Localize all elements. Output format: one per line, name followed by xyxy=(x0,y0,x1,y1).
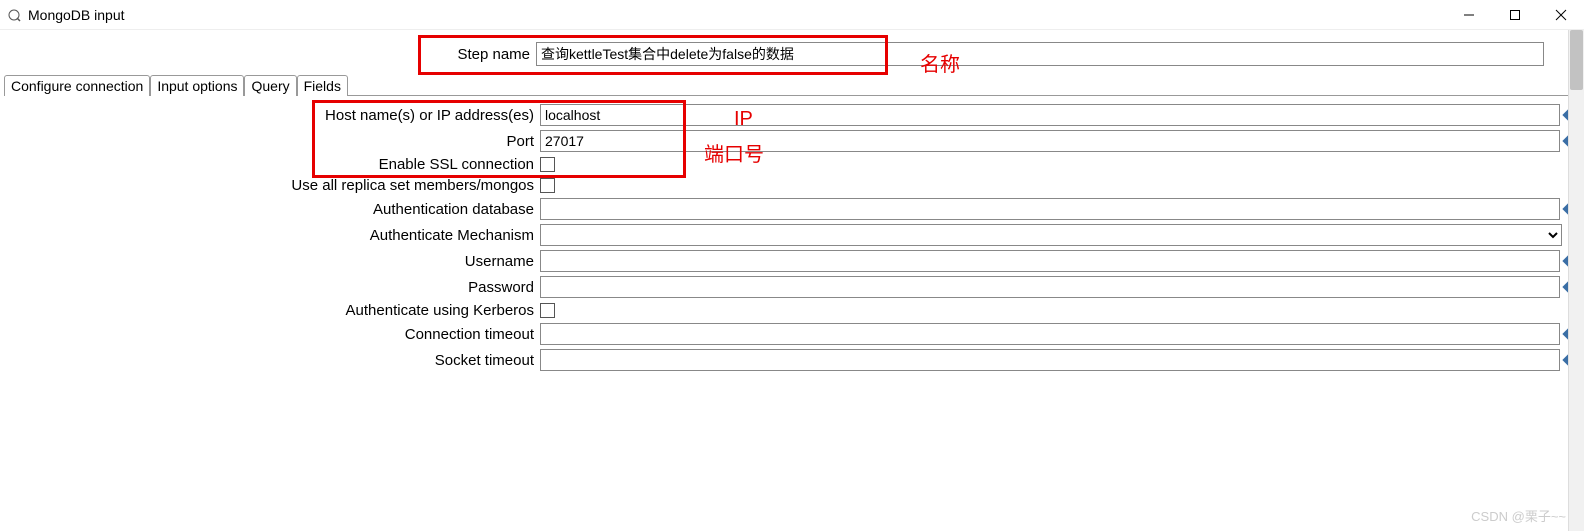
maximize-button[interactable] xyxy=(1492,0,1538,30)
ssl-row: Enable SSL connection xyxy=(4,156,1580,173)
conntimeout-label: Connection timeout xyxy=(4,326,540,343)
minimize-button[interactable] xyxy=(1446,0,1492,30)
password-row: Password xyxy=(4,276,1580,298)
replica-row: Use all replica set members/mongos xyxy=(4,177,1580,194)
step-name-input[interactable] xyxy=(536,42,1544,66)
tab-fields[interactable]: Fields xyxy=(297,75,348,96)
conntimeout-input[interactable] xyxy=(540,323,1560,345)
window-controls xyxy=(1446,0,1584,30)
tabs: Configure connection Input options Query… xyxy=(0,74,1584,95)
tab-input-options[interactable]: Input options xyxy=(150,75,244,96)
watermark: CSDN @栗子~~ xyxy=(1471,506,1566,525)
host-row: Host name(s) or IP address(es) xyxy=(4,104,1580,126)
authdb-label: Authentication database xyxy=(4,201,540,218)
ssl-checkbox[interactable] xyxy=(540,157,555,172)
window-title: MongoDB input xyxy=(28,7,1446,23)
port-input[interactable] xyxy=(540,130,1560,152)
host-input[interactable] xyxy=(540,104,1560,126)
socktimeout-input[interactable] xyxy=(540,349,1560,371)
authmech-label: Authenticate Mechanism xyxy=(4,227,540,244)
authdb-row: Authentication database xyxy=(4,198,1580,220)
password-label: Password xyxy=(4,279,540,296)
step-name-row: Step name xyxy=(0,42,1584,66)
username-input[interactable] xyxy=(540,250,1560,272)
kerberos-checkbox[interactable] xyxy=(540,303,555,318)
port-row: Port xyxy=(4,130,1580,152)
scrollbar-thumb[interactable] xyxy=(1570,30,1583,90)
tab-panel-configure: Host name(s) or IP address(es) Port Enab… xyxy=(4,95,1580,371)
app-icon xyxy=(6,7,22,23)
authdb-input[interactable] xyxy=(540,198,1560,220)
ssl-label: Enable SSL connection xyxy=(4,156,540,173)
authmech-select[interactable] xyxy=(540,224,1562,246)
socktimeout-label: Socket timeout xyxy=(4,352,540,369)
replica-checkbox[interactable] xyxy=(540,178,555,193)
replica-label: Use all replica set members/mongos xyxy=(4,177,540,194)
username-row: Username xyxy=(4,250,1580,272)
username-label: Username xyxy=(4,253,540,270)
step-name-label: Step name xyxy=(0,46,536,63)
host-label: Host name(s) or IP address(es) xyxy=(4,107,540,124)
close-button[interactable] xyxy=(1538,0,1584,30)
tab-query[interactable]: Query xyxy=(244,75,296,96)
titlebar: MongoDB input xyxy=(0,0,1584,30)
kerberos-label: Authenticate using Kerberos xyxy=(4,302,540,319)
vertical-scrollbar[interactable] xyxy=(1568,30,1584,531)
conntimeout-row: Connection timeout xyxy=(4,323,1580,345)
authmech-row: Authenticate Mechanism xyxy=(4,224,1580,246)
password-input[interactable] xyxy=(540,276,1560,298)
tab-configure-connection[interactable]: Configure connection xyxy=(4,75,150,96)
kerberos-row: Authenticate using Kerberos xyxy=(4,302,1580,319)
socktimeout-row: Socket timeout xyxy=(4,349,1580,371)
port-label: Port xyxy=(4,133,540,150)
